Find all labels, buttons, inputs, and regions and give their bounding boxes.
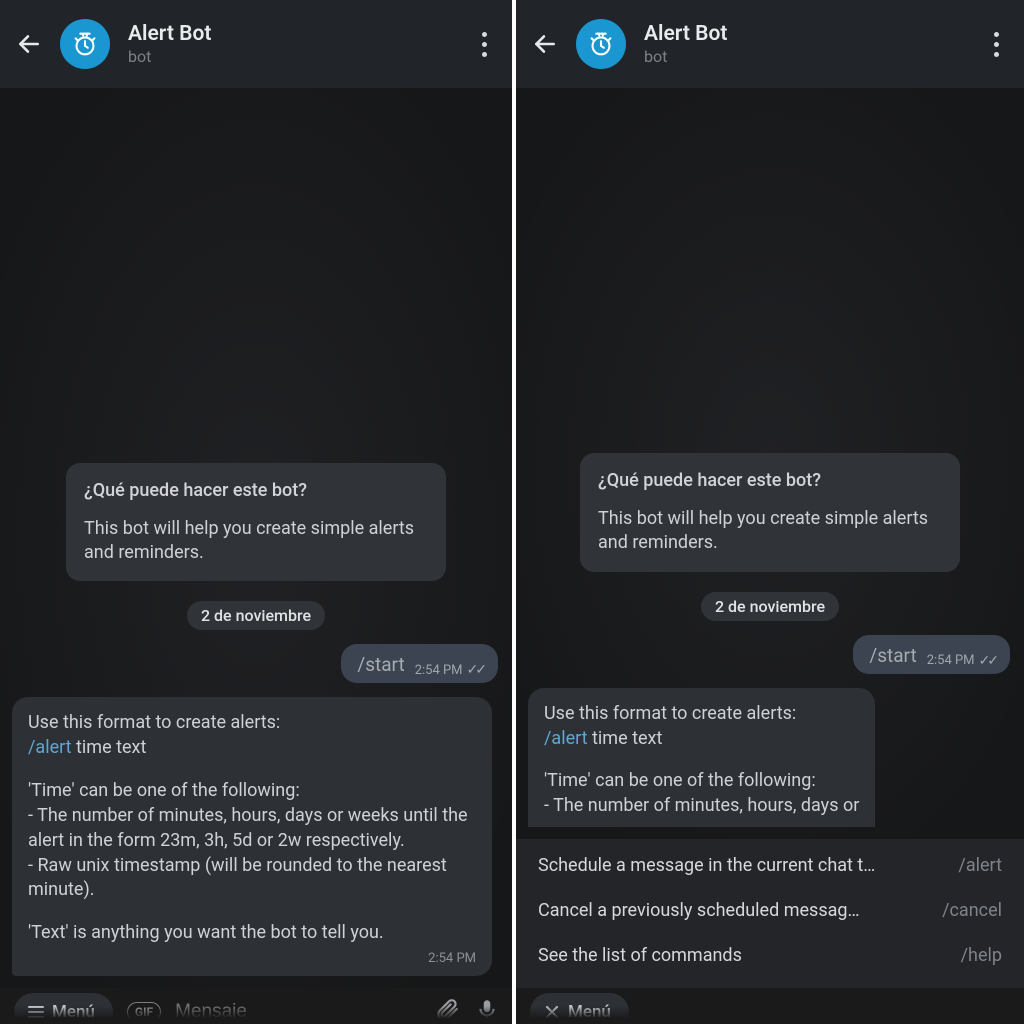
close-icon [544,1004,560,1020]
in-para3: 'Text' is anything you want the bot to t… [28,921,476,946]
message-time: 2:54 PM [927,653,975,668]
in-cmdline: /alert time text [28,736,476,761]
command-row[interactable]: Schedule a message in the current chat t… [516,843,1024,888]
input-bar: Menú [516,988,1024,1024]
command-name: /alert [958,855,1002,876]
input-bar: Menú GIF [0,988,512,1024]
incoming-message[interactable]: Use this format to create alerts: /alert… [528,688,875,827]
alert-command-link[interactable]: /alert [544,728,588,749]
title-block[interactable]: Alert Bot bot [644,21,966,67]
chat-title: Alert Bot [128,21,454,47]
commands-panel: Schedule a message in the current chat t… [516,839,1024,988]
command-desc: Cancel a previously scheduled messag… [538,900,942,921]
intro-question: ¿Qué puede hacer este bot? [84,479,428,503]
outgoing-message[interactable]: /start 2:54 PM ✓✓ [853,635,1010,674]
message-time: 2:54 PM [415,663,463,678]
message-text: /start [357,653,404,676]
in-para2: 'Time' can be one of the following: - Th… [28,779,476,903]
in-line1: Use this format to create alerts: [544,702,859,727]
intro-desc: This bot will help you create simple ale… [598,507,942,556]
chat-area[interactable]: ¿Qué puede hacer este bot? This bot will… [0,88,512,988]
back-button[interactable] [16,31,42,57]
command-name: /help [961,945,1002,966]
bot-intro-bubble: ¿Qué puede hacer este bot? This bot will… [66,463,446,582]
chat-subtitle: bot [644,47,966,67]
command-row[interactable]: Cancel a previously scheduled messag… /c… [516,888,1024,933]
read-ticks-icon: ✓✓ [979,653,996,669]
menu-label: Menú [52,1002,95,1022]
intro-desc: This bot will help you create simple ale… [84,517,428,566]
intro-question: ¿Qué puede hacer este bot? [598,469,942,493]
chat-area[interactable]: ¿Qué puede hacer este bot? This bot will… [516,88,1024,839]
message-meta: 2:54 PM ✓✓ [927,653,996,669]
header: Alert Bot bot [516,0,1024,88]
avatar[interactable] [60,19,110,69]
date-separator: 2 de noviembre [187,601,325,630]
title-block[interactable]: Alert Bot bot [128,21,454,67]
command-row[interactable]: See the list of commands /help [516,933,1024,978]
read-ticks-icon: ✓✓ [467,662,484,678]
attach-button[interactable] [434,997,460,1024]
mic-button[interactable] [474,997,500,1024]
chat-subtitle: bot [128,47,454,67]
menu-label: Menú [568,1002,611,1022]
menu-button[interactable]: Menú [14,993,113,1024]
command-desc: See the list of commands [538,945,961,966]
in-time: 2:54 PM [28,950,476,968]
hamburger-icon [28,1006,44,1018]
in-cmdline: /alert time text [544,727,859,752]
alert-command-link[interactable]: /alert [28,737,72,758]
command-name: /cancel [942,900,1002,921]
message-text: /start [869,644,916,667]
in-line1: Use this format to create alerts: [28,711,476,736]
outgoing-message[interactable]: /start 2:54 PM ✓✓ [341,644,498,683]
avatar[interactable] [576,19,626,69]
more-menu-button[interactable] [984,32,1008,57]
bot-intro-bubble: ¿Qué puede hacer este bot? This bot will… [580,453,960,572]
back-button[interactable] [532,31,558,57]
command-desc: Schedule a message in the current chat t… [538,855,958,876]
menu-close-button[interactable]: Menú [530,993,629,1024]
gif-button[interactable]: GIF [127,1002,161,1022]
more-menu-button[interactable] [472,32,496,57]
incoming-message[interactable]: Use this format to create alerts: /alert… [12,697,492,976]
chat-title: Alert Bot [644,21,966,47]
in-para2: 'Time' can be one of the following: - Th… [544,769,859,819]
date-separator: 2 de noviembre [701,592,839,621]
message-meta: 2:54 PM ✓✓ [415,662,484,678]
message-input[interactable] [175,1001,420,1023]
header: Alert Bot bot [0,0,512,88]
